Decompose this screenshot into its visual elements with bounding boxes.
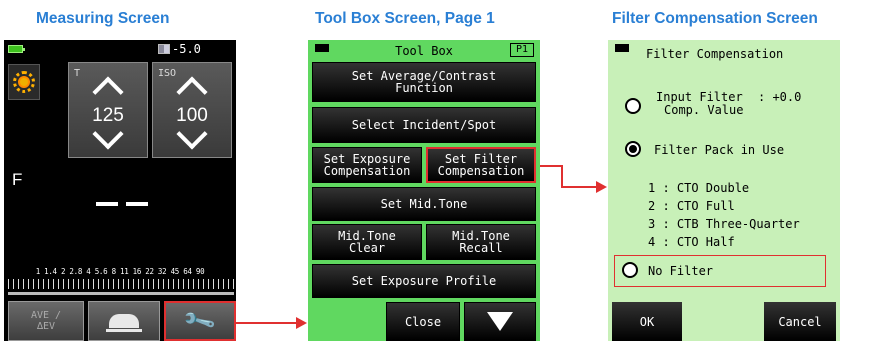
chevron-up-icon[interactable]	[92, 76, 124, 108]
cancel-button[interactable]: Cancel	[764, 302, 836, 341]
toolbox-screen: Tool Box P1 Set Average/Contrast Functio…	[308, 40, 540, 341]
ev-readout: -5.0	[172, 42, 201, 56]
toolbox-title: Tool Box	[395, 44, 453, 58]
ave-ev-button[interactable]: AVE / ∆EV	[8, 301, 84, 341]
button-label: Set Mid.Tone	[380, 197, 468, 211]
mid-tone-clear-button[interactable]: Mid.Tone Clear	[312, 224, 422, 260]
f-value-dash	[126, 202, 148, 206]
scale-baseline	[8, 292, 234, 295]
iso-label: ISO	[158, 68, 177, 79]
aperture-scale: 1 1.4 2 2.8 4 5.6 8 11 16 22 32 45 64 90	[35, 267, 205, 276]
filter-list-item: 1 : CTO Double	[648, 181, 750, 195]
toolbox-screen-heading: Tool Box Screen, Page 1	[315, 10, 495, 27]
no-filter-option[interactable]	[614, 255, 826, 287]
ev-label: ∆EV	[36, 321, 56, 332]
next-page-button[interactable]	[464, 302, 536, 341]
button-label: OK	[639, 314, 655, 329]
battery-icon	[615, 44, 629, 52]
set-mid-tone-button[interactable]: Set Mid.Tone	[312, 187, 536, 221]
ok-button[interactable]: OK	[612, 302, 682, 341]
close-button[interactable]: Close	[386, 302, 460, 341]
f-value-dash	[96, 202, 118, 206]
filter-list-item: 2 : CTO Full	[648, 199, 735, 213]
button-label: Cancel	[778, 314, 822, 329]
battery-icon	[8, 45, 25, 53]
measuring-screen-heading: Measuring Screen	[36, 10, 170, 27]
button-label: Compensation	[323, 164, 411, 178]
iso-control[interactable]: ISO 100	[152, 62, 232, 158]
filter-compensation-screen: Filter Compensation Input Filter Comp. V…	[608, 40, 840, 341]
arrow-head-icon	[596, 181, 607, 193]
set-exposure-compensation-button[interactable]: Set Exposure Compensation	[312, 147, 422, 183]
button-label: Function	[395, 81, 453, 95]
wrench-icon: 🔧	[181, 303, 219, 339]
scene-icon	[106, 314, 142, 332]
status-bar: -5.0	[4, 40, 236, 60]
button-label: Compensation	[437, 164, 525, 178]
arrow-line	[561, 186, 597, 188]
scale-ticks	[8, 279, 234, 289]
flash-icon	[158, 44, 170, 54]
filter-screen-heading: Filter Compensation Screen	[612, 10, 818, 27]
button-label: Recall	[459, 241, 503, 255]
filter-pack-label: Filter Pack in Use	[654, 143, 785, 157]
button-label: Clear	[348, 241, 386, 255]
page-indicator: P1	[510, 43, 534, 57]
arrow-line	[540, 165, 561, 167]
set-filter-compensation-button[interactable]: Set Filter Compensation	[426, 147, 536, 183]
comp-value-label: Comp. Value	[664, 103, 744, 117]
button-label: Set Exposure Profile	[351, 274, 497, 288]
arrow-line	[561, 165, 563, 187]
filter-list-item: 3 : CTB Three-Quarter	[648, 217, 800, 231]
no-filter-label: No Filter	[648, 264, 714, 278]
set-average-contrast-button[interactable]: Set Average/Contrast Function	[312, 62, 536, 102]
button-label: Select Incident/Spot	[351, 118, 497, 132]
chevron-up-icon[interactable]	[176, 76, 208, 108]
triangle-down-icon	[487, 312, 513, 331]
select-incident-spot-button[interactable]: Select Incident/Spot	[312, 107, 536, 143]
filter-title: Filter Compensation	[646, 47, 784, 61]
ave-label: AVE /	[30, 310, 62, 321]
button-label: Close	[404, 314, 442, 329]
mode-button[interactable]	[8, 64, 40, 100]
input-filter-value: : +0.0	[758, 90, 802, 104]
set-exposure-profile-button[interactable]: Set Exposure Profile	[312, 264, 536, 298]
shutter-speed-control[interactable]: T 125	[68, 62, 148, 158]
radio-input-filter[interactable]	[625, 98, 641, 114]
input-filter-label: Input Filter	[656, 90, 743, 104]
memory-button[interactable]	[88, 301, 160, 341]
f-label: F	[12, 170, 23, 189]
radio-filter-pack[interactable]	[625, 141, 641, 157]
radio-no-filter[interactable]	[622, 262, 638, 278]
tool-box-button[interactable]: 🔧	[164, 301, 236, 341]
filter-list-item: 4 : CTO Half	[648, 235, 735, 249]
arrow-head-icon	[296, 317, 307, 329]
arrow-line	[236, 322, 298, 324]
measuring-screen: -5.0 T 125 ISO 100 F 1 1.4 2 2.8 4 5.6 8…	[4, 40, 236, 341]
shutter-label: T	[74, 68, 81, 79]
mid-tone-recall-button[interactable]: Mid.Tone Recall	[426, 224, 536, 260]
